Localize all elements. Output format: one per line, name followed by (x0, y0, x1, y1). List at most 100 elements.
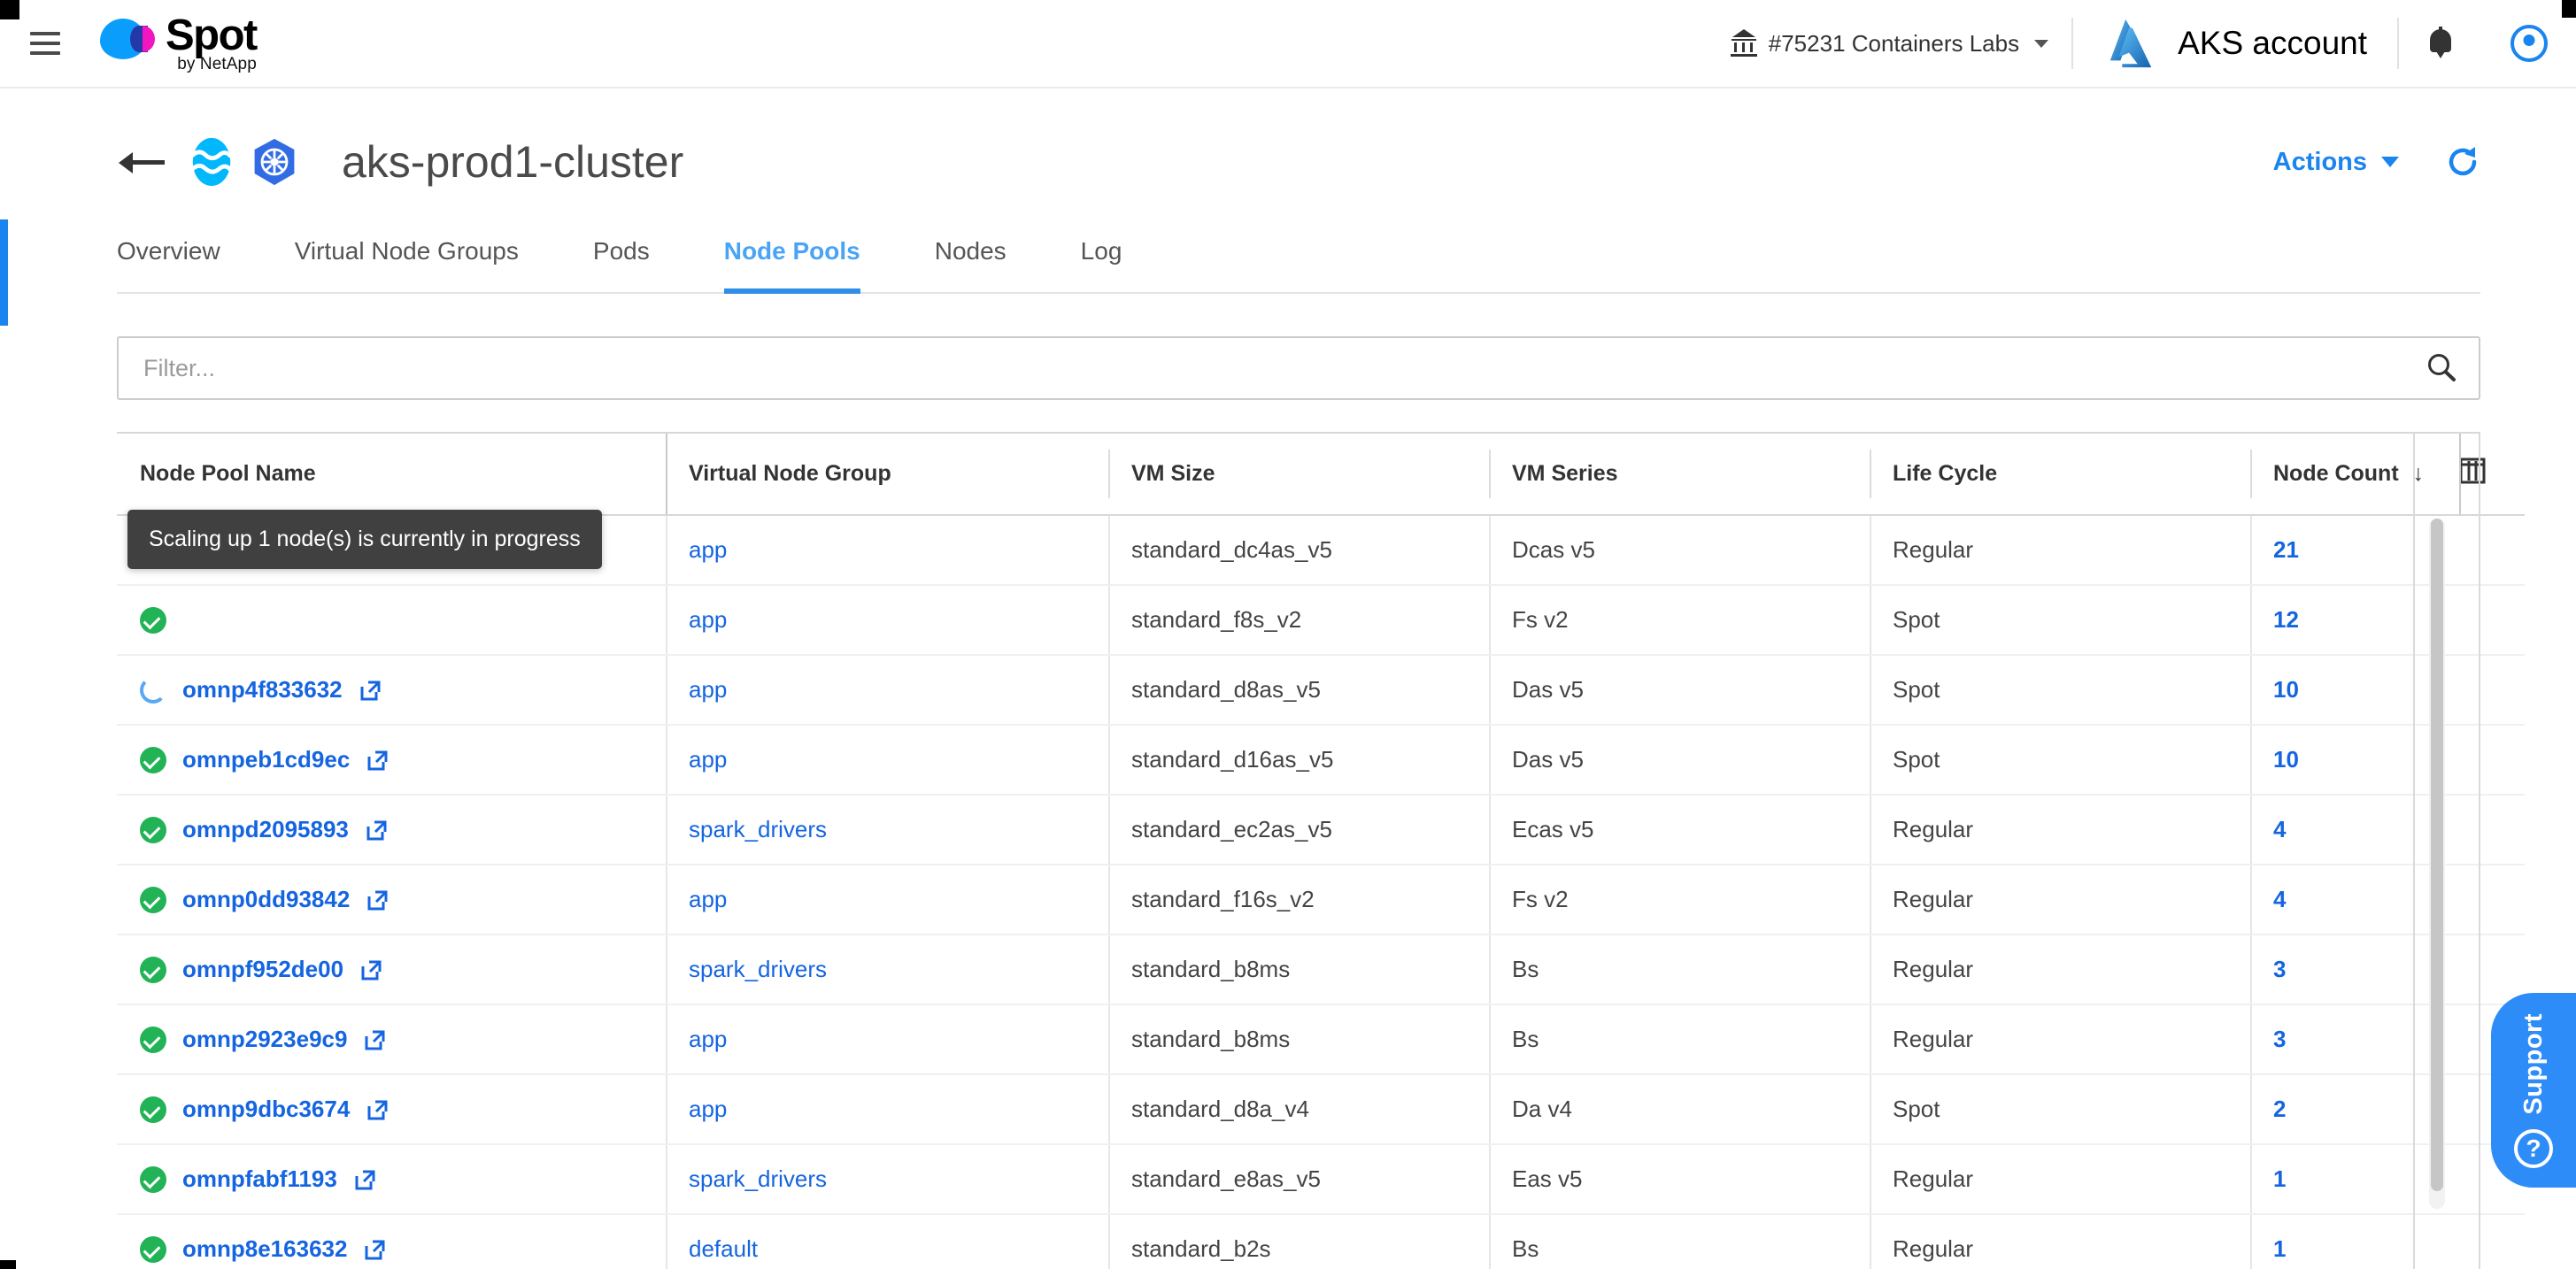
table-row[interactable]: omnp4f833632 app standard_d8as_v5 Das v5 (117, 655, 2525, 726)
refresh-icon[interactable] (2445, 144, 2480, 180)
organization-selector[interactable]: #75231 Containers Labs (1708, 0, 2071, 87)
hamburger-line (30, 42, 60, 45)
tab-nodes[interactable]: Nodes (935, 237, 1006, 294)
cell-vm-size: standard_d16as_v5 (1108, 725, 1489, 796)
hamburger-menu-icon[interactable] (30, 32, 60, 55)
cell-virtual-node-group: spark_drivers (666, 1144, 1108, 1215)
node-count-link[interactable]: 1 (2273, 1165, 2286, 1192)
node-pool-name-link[interactable]: omnp2923e9c9 (182, 1026, 347, 1053)
table-row[interactable]: omnp9dbc3674 app standard_d8a_v4 Da v4 S… (117, 1074, 2525, 1145)
cell-node-count: 4 (2250, 865, 2459, 935)
support-label: Support (2518, 1013, 2548, 1115)
vng-link[interactable]: default (689, 1235, 758, 1262)
node-pool-name-link[interactable]: omnpfabf1193 (182, 1165, 337, 1193)
node-count-link[interactable]: 4 (2273, 886, 2286, 912)
node-pool-name-link[interactable]: omnpeb1cd9ec (182, 746, 350, 773)
external-link-icon[interactable] (366, 749, 389, 772)
column-header-virtual-node-group[interactable]: Virtual Node Group (666, 434, 1108, 516)
node-pool-name-link[interactable]: omnp0dd93842 (182, 886, 350, 913)
vng-link[interactable]: app (689, 676, 727, 703)
column-chooser-button[interactable] (2459, 434, 2525, 516)
cell-node-count: 1 (2250, 1214, 2459, 1269)
external-link-icon[interactable] (363, 1238, 386, 1261)
cell-node-count: 10 (2250, 655, 2459, 726)
support-button[interactable]: ? Support (2491, 993, 2576, 1188)
status-ok-icon (140, 1235, 166, 1263)
column-header-node-count[interactable]: Node Count ↓ (2250, 434, 2459, 516)
cell-life-cycle: Regular (1870, 1214, 2250, 1269)
cell-life-cycle: Regular (1870, 934, 2250, 1005)
node-count-link[interactable]: 10 (2273, 676, 2299, 703)
table-row[interactable]: omnp8e163632 default standard_b2s Bs Reg… (117, 1214, 2525, 1269)
back-arrow-icon[interactable] (117, 144, 166, 180)
cell-life-cycle: Regular (1870, 1004, 2250, 1075)
table-vertical-scrollbar[interactable] (2429, 519, 2445, 1209)
node-count-link[interactable]: 21 (2273, 536, 2299, 563)
vng-link[interactable]: app (689, 536, 727, 563)
vng-link[interactable]: spark_drivers (689, 1165, 827, 1192)
cell-virtual-node-group: app (666, 865, 1108, 935)
status-loading-icon (140, 676, 166, 704)
user-profile-button[interactable] (2482, 25, 2576, 62)
node-count-link[interactable]: 3 (2273, 1026, 2286, 1052)
tab-pods[interactable]: Pods (593, 237, 650, 294)
cloud-account-selector[interactable]: AKS account (2073, 18, 2397, 69)
node-pool-name-link[interactable]: omnp4f833632 (182, 676, 343, 704)
table-row[interactable]: omnpeb1cd9ec app standard_d16as_v5 Das v… (117, 725, 2525, 796)
scrollbar-thumb[interactable] (2431, 519, 2443, 1191)
vng-link[interactable]: app (689, 1096, 727, 1122)
filter-input[interactable] (119, 338, 2404, 398)
external-link-icon[interactable] (363, 1028, 386, 1051)
vng-link[interactable]: app (689, 606, 727, 633)
tab-virtual-node-groups[interactable]: Virtual Node Groups (295, 237, 519, 294)
node-count-link[interactable]: 4 (2273, 816, 2286, 842)
node-count-link[interactable]: 10 (2273, 746, 2299, 773)
node-pool-name-link[interactable]: omnp8e163632 (182, 1235, 347, 1263)
table-body: omnp37513b60 app standard_dc4as_v5 Dcas … (117, 515, 2525, 1269)
column-header-node-pool-name[interactable]: Node Pool Name (117, 434, 666, 516)
node-count-link[interactable]: 12 (2273, 606, 2299, 633)
cell-node-count: 4 (2250, 795, 2459, 865)
notifications-button[interactable] (2399, 27, 2482, 60)
cell-spacer (2459, 865, 2525, 935)
cell-node-count: 3 (2250, 934, 2459, 1005)
external-link-icon[interactable] (365, 819, 388, 842)
tab-node-pools[interactable]: Node Pools (723, 237, 860, 294)
table-row[interactable]: app standard_f8s_v2 Fs v2 Spot 12 (117, 585, 2525, 656)
column-header-life-cycle[interactable]: Life Cycle (1870, 434, 2250, 516)
node-pool-name-link[interactable]: omnpd2095893 (182, 816, 349, 843)
external-link-icon[interactable] (359, 958, 382, 981)
column-header-vm-series[interactable]: VM Series (1489, 434, 1870, 516)
vng-link[interactable]: app (689, 1026, 727, 1052)
external-link-icon[interactable] (353, 1168, 376, 1191)
node-count-link[interactable]: 1 (2273, 1235, 2286, 1262)
vng-link[interactable]: app (689, 746, 727, 773)
node-count-link[interactable]: 2 (2273, 1096, 2286, 1122)
sidebar-active-indicator (0, 219, 8, 326)
node-pool-name-link[interactable]: omnpf952de00 (182, 956, 343, 983)
table-row[interactable]: omnp2923e9c9 app standard_b8ms Bs Regula… (117, 1004, 2525, 1075)
tab-overview[interactable]: Overview (117, 237, 220, 294)
vng-link[interactable]: spark_drivers (689, 956, 827, 982)
spot-brand-logo[interactable]: Spot by NetApp (100, 13, 258, 74)
node-count-link[interactable]: 3 (2273, 956, 2286, 982)
table-header-row: Node Pool Name Virtual Node Group VM Siz… (117, 434, 2525, 516)
cell-vm-size: standard_d8a_v4 (1108, 1074, 1489, 1145)
vng-link[interactable]: spark_drivers (689, 816, 827, 842)
table-row[interactable]: omnpd2095893 spark_drivers standard_ec2a… (117, 795, 2525, 865)
tab-log[interactable]: Log (1081, 237, 1122, 294)
external-link-icon[interactable] (366, 888, 389, 911)
vng-link[interactable]: app (689, 886, 727, 912)
bell-icon (2427, 27, 2454, 60)
column-header-vm-size[interactable]: VM Size (1108, 434, 1489, 516)
node-pool-name-link[interactable]: omnp9dbc3674 (182, 1096, 350, 1123)
actions-button[interactable]: Actions (2273, 148, 2399, 177)
sort-descending-icon: ↓ (2412, 461, 2425, 486)
table-row[interactable]: omnpf952de00 spark_drivers standard_b8ms… (117, 934, 2525, 1005)
corner-notch (0, 1260, 16, 1269)
search-button[interactable] (2404, 338, 2479, 398)
table-row[interactable]: omnpfabf1193 spark_drivers standard_e8as… (117, 1144, 2525, 1215)
external-link-icon[interactable] (359, 679, 382, 702)
table-row[interactable]: omnp0dd93842 app standard_f16s_v2 Fs v2 (117, 865, 2525, 935)
external-link-icon[interactable] (366, 1098, 389, 1121)
